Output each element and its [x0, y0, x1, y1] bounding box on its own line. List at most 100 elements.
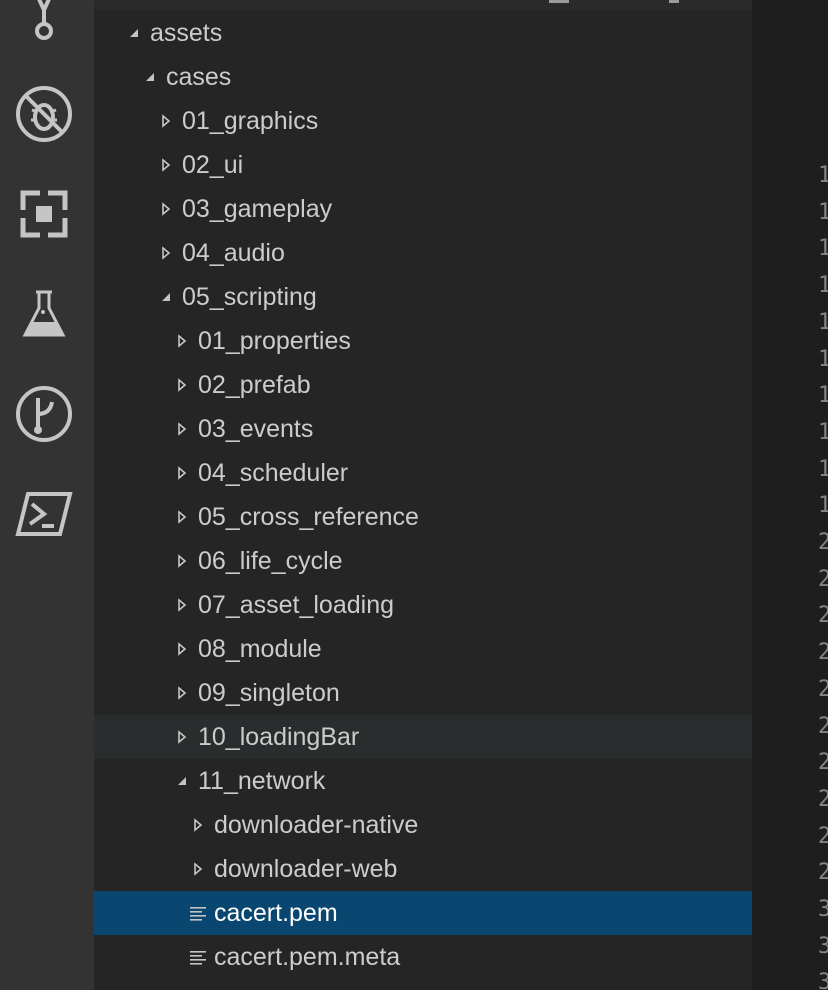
- line-number: 2: [818, 824, 828, 849]
- chevron-right-icon[interactable]: [156, 231, 176, 275]
- line-number: 2: [818, 567, 828, 592]
- tree-item-label: downloader-web: [214, 855, 398, 883]
- tree-folder-row[interactable]: 05_scripting: [94, 275, 752, 319]
- tree-folder-row[interactable]: 01_graphics: [94, 99, 752, 143]
- chevron-right-icon[interactable]: [172, 495, 192, 539]
- line-number: 1: [818, 273, 828, 298]
- tree-folder-row[interactable]: 01_properties: [94, 319, 752, 363]
- file-lines-icon: [188, 935, 208, 979]
- tree-folder-row[interactable]: 07_asset_loading: [94, 583, 752, 627]
- line-number: 1: [818, 163, 828, 188]
- tree-folder-row[interactable]: 08_module: [94, 627, 752, 671]
- tree-item-label: cacert.pem: [214, 899, 338, 927]
- chevron-right-icon[interactable]: [172, 319, 192, 363]
- tree-folder-row[interactable]: assets: [94, 11, 752, 55]
- line-number: 1: [818, 493, 828, 518]
- header-fragment: [669, 0, 679, 3]
- tree-item-label: 01_graphics: [182, 107, 319, 135]
- line-number: 1: [818, 236, 828, 261]
- tree-folder-row[interactable]: 09_singleton: [94, 671, 752, 715]
- chevron-right-icon[interactable]: [172, 583, 192, 627]
- line-number: 1: [818, 347, 828, 372]
- line-number: 2: [818, 787, 828, 812]
- tree-item-label: downloader-native: [214, 811, 419, 839]
- tree-folder-row[interactable]: 11_network: [94, 759, 752, 803]
- line-number: 1: [818, 420, 828, 445]
- tree-item-label: 10_loadingBar: [198, 723, 360, 751]
- tree-file-row[interactable]: cacert.pem: [94, 891, 752, 935]
- chevron-down-icon[interactable]: [172, 759, 192, 803]
- tree-folder-row[interactable]: downloader-native: [94, 803, 752, 847]
- chevron-down-icon[interactable]: [124, 11, 144, 55]
- line-number: 3: [818, 897, 828, 922]
- extensions-icon[interactable]: [14, 184, 74, 244]
- file-lines-icon: [188, 891, 208, 935]
- tree-folder-row[interactable]: 05_cross_reference: [94, 495, 752, 539]
- line-number: 1: [818, 200, 828, 225]
- tree-item-label: 05_cross_reference: [198, 503, 419, 531]
- test-flask-icon[interactable]: [14, 284, 74, 344]
- chevron-right-icon[interactable]: [188, 803, 208, 847]
- tree-folder-row[interactable]: 02_prefab: [94, 363, 752, 407]
- source-control-icon[interactable]: [14, 0, 74, 48]
- tree-item-label: 04_scheduler: [198, 459, 349, 487]
- chevron-right-icon[interactable]: [172, 451, 192, 495]
- chevron-right-icon[interactable]: [156, 99, 176, 143]
- tree-item-label: 03_gameplay: [182, 195, 333, 223]
- tree-item-label: 07_asset_loading: [198, 591, 394, 619]
- line-number: 2: [818, 860, 828, 885]
- tree-folder-row[interactable]: cases: [94, 55, 752, 99]
- tree-item-label: 01_properties: [198, 327, 351, 355]
- line-number: 3: [818, 934, 828, 959]
- tree-item-label: 06_life_cycle: [198, 547, 343, 575]
- line-number: 2: [818, 714, 828, 739]
- editor-area[interactable]: 1 1 1 1 1 1 1 1 1 1 2 2 2 2 2 2 2 2 2 2 3 3 3: [752, 0, 828, 990]
- chevron-right-icon[interactable]: [172, 539, 192, 583]
- powershell-icon[interactable]: [14, 484, 74, 544]
- tree-item-label: 03_events: [198, 415, 314, 443]
- tree-folder-row[interactable]: 04_scheduler: [94, 451, 752, 495]
- chevron-right-icon[interactable]: [156, 143, 176, 187]
- line-number: 3: [818, 970, 828, 990]
- tree-folder-row[interactable]: 03_gameplay: [94, 187, 752, 231]
- tree-folder-row[interactable]: 06_life_cycle: [94, 539, 752, 583]
- tree-item-label: 11_network: [198, 767, 326, 795]
- tree-item-label: cacert.pem.meta: [214, 943, 401, 971]
- line-number: 2: [818, 750, 828, 775]
- tree-folder-row[interactable]: 10_loadingBar: [94, 715, 752, 759]
- tree-item-label: 05_scripting: [182, 283, 317, 311]
- header-fragment: [549, 0, 569, 3]
- git-graph-icon[interactable]: [14, 384, 74, 444]
- tree-item-label: 02_ui: [182, 151, 244, 179]
- line-number: 1: [818, 457, 828, 482]
- tree-file-row[interactable]: cacert.pem.meta: [94, 935, 752, 979]
- tree-item-label: 09_singleton: [198, 679, 340, 707]
- tree-item-label: assets: [150, 19, 223, 47]
- vscode-window: assets cases 01_graphics 02_ui 03_gameplay 04…: [0, 0, 828, 990]
- chevron-right-icon[interactable]: [172, 715, 192, 759]
- chevron-down-icon[interactable]: [156, 275, 176, 319]
- tree-folder-row[interactable]: 02_ui: [94, 143, 752, 187]
- tree-item-label: cases: [166, 63, 232, 91]
- chevron-right-icon[interactable]: [172, 671, 192, 715]
- chevron-right-icon[interactable]: [172, 407, 192, 451]
- tree-folder-row[interactable]: 03_events: [94, 407, 752, 451]
- line-number: 2: [818, 677, 828, 702]
- explorer-panel: assets cases 01_graphics 02_ui 03_gameplay 04…: [94, 0, 752, 990]
- tree-item-label: 04_audio: [182, 239, 285, 267]
- tree-folder-row[interactable]: downloader-web: [94, 847, 752, 891]
- line-number: 1: [818, 383, 828, 408]
- chevron-right-icon[interactable]: [156, 187, 176, 231]
- line-number: 2: [818, 603, 828, 628]
- tree-item-label: 08_module: [198, 635, 322, 663]
- chevron-down-icon[interactable]: [140, 55, 160, 99]
- explorer-header-strip: [94, 0, 752, 10]
- activity-bar: [0, 0, 94, 990]
- tree-folder-row[interactable]: 04_audio: [94, 231, 752, 275]
- chevron-right-icon[interactable]: [172, 627, 192, 671]
- chevron-right-icon[interactable]: [172, 363, 192, 407]
- line-number: 1: [818, 310, 828, 335]
- chevron-right-icon[interactable]: [188, 847, 208, 891]
- debug-disabled-icon[interactable]: [14, 84, 74, 144]
- tree-item-label: 02_prefab: [198, 371, 311, 399]
